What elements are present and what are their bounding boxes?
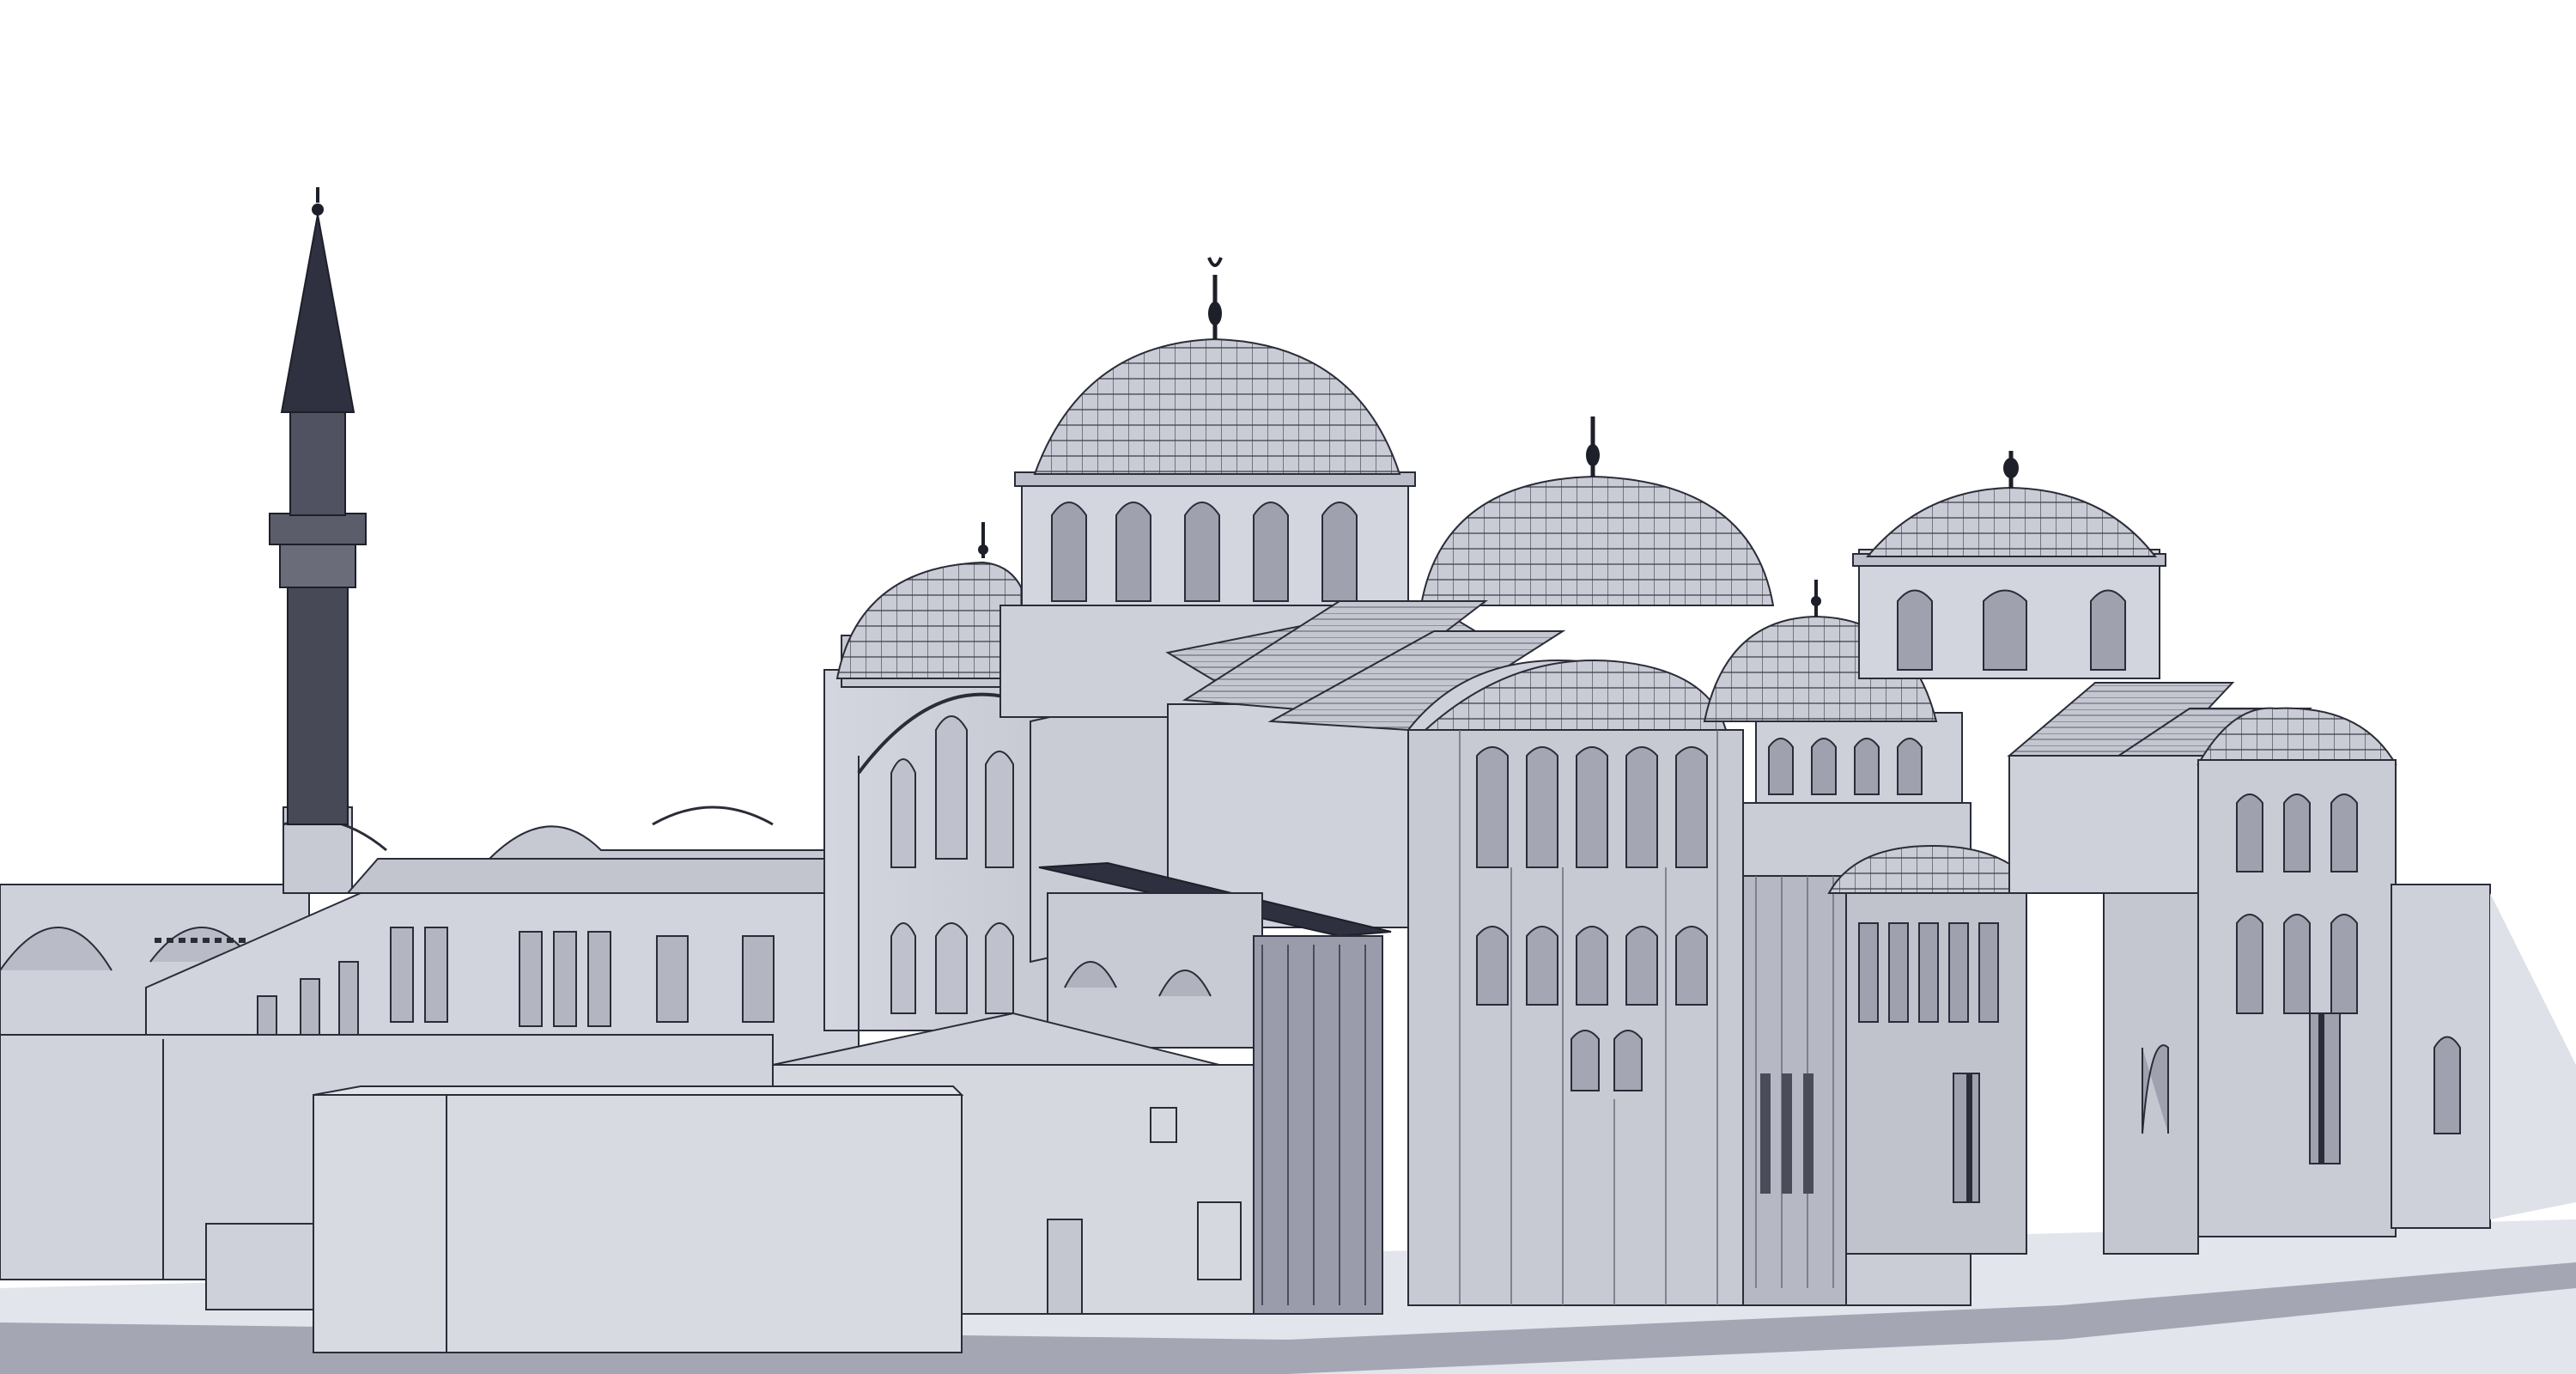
- central-apse: [1407, 660, 1744, 1306]
- main-dome: [1014, 257, 1416, 611]
- second-dome: [1419, 416, 1775, 606]
- minaret: [269, 187, 387, 894]
- rendered-building-scene: [0, 0, 2576, 1374]
- building-illustration: [0, 187, 2576, 1374]
- fourth-dome: [1852, 451, 2166, 679]
- far-right-wall: [2391, 884, 2576, 1229]
- right-middle-section: [1742, 802, 2041, 1306]
